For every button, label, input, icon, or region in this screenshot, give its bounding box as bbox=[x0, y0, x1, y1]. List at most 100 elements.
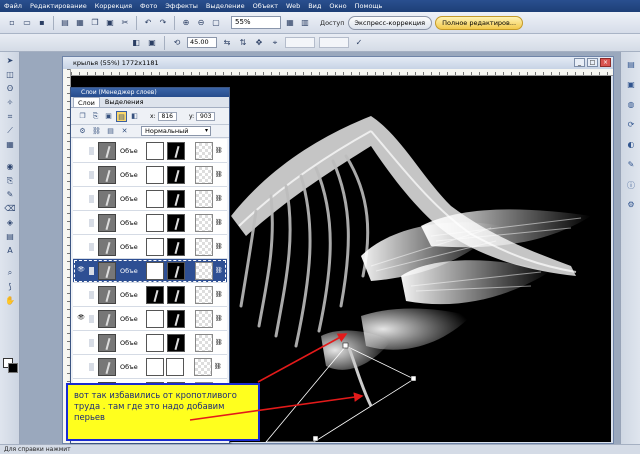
link-icon[interactable]: ⛓ bbox=[215, 291, 223, 298]
link-icon[interactable]: ⛓ bbox=[215, 171, 223, 178]
zoom-out-icon[interactable]: ⊖ bbox=[195, 17, 207, 29]
visibility-toggle[interactable] bbox=[76, 242, 86, 252]
layer-row[interactable]: 👁 Объе ⛓ bbox=[73, 307, 227, 331]
crop-icon[interactable]: ⌗ bbox=[3, 112, 17, 123]
flip-h-icon[interactable]: ⇆ bbox=[221, 37, 233, 49]
menu-web[interactable]: Web bbox=[286, 2, 300, 10]
filter-docker-icon[interactable]: ⚙ bbox=[625, 200, 637, 212]
zoom-icon[interactable]: ⌕ bbox=[3, 268, 17, 279]
link-icon[interactable]: ⛓ bbox=[215, 315, 223, 322]
new-file-icon[interactable]: ▫ bbox=[6, 17, 18, 29]
lock-toggle[interactable] bbox=[89, 362, 94, 371]
fit-icon[interactable]: ▢ bbox=[210, 17, 222, 29]
lock-toggle[interactable] bbox=[89, 290, 94, 299]
save-icon[interactable]: ▪ bbox=[36, 17, 48, 29]
layer-row[interactable]: Объе ⛓ bbox=[73, 163, 227, 187]
menu-file[interactable]: Файл bbox=[4, 2, 22, 10]
lock-toggle[interactable] bbox=[89, 242, 94, 251]
layer-name[interactable]: Объе bbox=[120, 171, 144, 179]
layer-name[interactable]: Объе bbox=[120, 219, 144, 227]
paste-icon[interactable]: ▣ bbox=[104, 17, 116, 29]
layer-row[interactable]: Объе ⛓ bbox=[73, 355, 227, 379]
layer-name[interactable]: Объе bbox=[120, 339, 144, 347]
menu-object[interactable]: Объект bbox=[253, 2, 278, 10]
delete-link-icon[interactable]: ⛓ bbox=[91, 126, 102, 137]
menu-adjust[interactable]: Коррекция bbox=[95, 2, 132, 10]
text-icon[interactable]: A bbox=[3, 246, 17, 257]
visibility-toggle[interactable] bbox=[76, 362, 86, 372]
tab-layers[interactable]: Слои bbox=[73, 97, 100, 107]
access-button[interactable]: Доступ bbox=[320, 19, 345, 27]
wand-icon[interactable]: ✧ bbox=[3, 98, 17, 109]
eyedropper-icon[interactable]: ⟆ bbox=[3, 282, 17, 293]
lock-toggle[interactable] bbox=[89, 266, 94, 275]
fill-icon[interactable]: ◈ bbox=[3, 218, 17, 229]
print-icon[interactable]: ▦ bbox=[74, 17, 86, 29]
combine-icon[interactable]: ▣ bbox=[103, 111, 114, 122]
layers-docker-icon[interactable]: ▤ bbox=[625, 60, 637, 72]
link-icon[interactable]: ⛓ bbox=[215, 147, 223, 154]
transform-icon[interactable]: ⌖ bbox=[269, 37, 281, 49]
visibility-toggle[interactable] bbox=[76, 146, 86, 156]
menu-effects[interactable]: Эффекты bbox=[165, 2, 198, 10]
link-icon[interactable]: ⛓ bbox=[215, 243, 223, 250]
lock-toggle[interactable] bbox=[89, 146, 94, 155]
position-icon[interactable]: ✥ bbox=[253, 37, 265, 49]
menu-edit[interactable]: Редактирование bbox=[30, 2, 87, 10]
link-icon[interactable]: ⛓ bbox=[215, 219, 223, 226]
visibility-toggle[interactable] bbox=[76, 170, 86, 180]
layer-name[interactable]: Объе bbox=[120, 195, 144, 203]
mask-tool-icon[interactable]: ◫ bbox=[3, 70, 17, 81]
red-eye-icon[interactable]: ◉ bbox=[3, 162, 17, 173]
eraser-icon[interactable]: ⌫ bbox=[3, 204, 17, 215]
layer-prop-icon[interactable]: ⚙ bbox=[77, 126, 88, 137]
layer-row[interactable]: Объе ⛓ bbox=[73, 187, 227, 211]
new-layer-icon[interactable]: ❐ bbox=[77, 111, 88, 122]
delete-layer-icon[interactable]: ✕ bbox=[119, 126, 130, 137]
link-icon[interactable]: ⛓ bbox=[214, 363, 222, 370]
close-icon[interactable]: × bbox=[600, 58, 611, 67]
apply-icon[interactable]: ✓ bbox=[353, 37, 365, 49]
info-docker-icon[interactable]: ⓘ bbox=[625, 180, 637, 192]
layer-row[interactable]: Объе ⛓ bbox=[73, 139, 227, 163]
pan-icon[interactable]: ✋ bbox=[3, 296, 17, 307]
open-icon[interactable]: ▭ bbox=[21, 17, 33, 29]
rulers-icon[interactable]: ▥ bbox=[299, 17, 311, 29]
shape-icon[interactable]: ◧ bbox=[130, 37, 142, 49]
duplicate-layer-icon[interactable]: ⎘ bbox=[90, 111, 101, 122]
layer-name[interactable]: Объе bbox=[120, 147, 144, 155]
link-icon[interactable]: ⛓ bbox=[215, 267, 223, 274]
mask-icon[interactable]: ◧ bbox=[129, 111, 140, 122]
layer-name[interactable]: Объе bbox=[120, 363, 144, 371]
flip-v-icon[interactable]: ⇅ bbox=[237, 37, 249, 49]
brush-docker-icon[interactable]: ✎ bbox=[625, 160, 637, 172]
gradient-icon[interactable]: ▤ bbox=[3, 232, 17, 243]
zoom-select[interactable]: 55% bbox=[231, 16, 281, 29]
property-field[interactable] bbox=[319, 37, 349, 48]
straighten-icon[interactable]: ⟋ bbox=[3, 126, 17, 137]
maximize-icon[interactable]: □ bbox=[587, 58, 598, 67]
rotate-icon[interactable]: ⟲ bbox=[171, 37, 183, 49]
layer-name[interactable]: Объе bbox=[120, 315, 144, 323]
minimize-icon[interactable]: _ bbox=[574, 58, 585, 67]
eye-icon[interactable]: 👁 bbox=[76, 266, 86, 276]
cut-icon[interactable]: ✂ bbox=[119, 17, 131, 29]
history-docker-icon[interactable]: ⟳ bbox=[625, 120, 637, 132]
color-docker-icon[interactable]: ◐ bbox=[625, 140, 637, 152]
lock-toggle[interactable] bbox=[89, 314, 94, 323]
menu-selection[interactable]: Выделение bbox=[206, 2, 245, 10]
property-field[interactable] bbox=[285, 37, 315, 48]
grid-icon[interactable]: ▦ bbox=[284, 17, 296, 29]
lasso-icon[interactable]: ʘ bbox=[3, 84, 17, 95]
visibility-toggle[interactable] bbox=[76, 290, 86, 300]
pick-tool-icon[interactable]: ➤ bbox=[3, 56, 17, 67]
lock-toggle[interactable] bbox=[89, 194, 94, 203]
visibility-toggle[interactable] bbox=[76, 338, 86, 348]
background-color[interactable] bbox=[8, 363, 18, 373]
menu-window[interactable]: Окно bbox=[329, 2, 346, 10]
link-icon[interactable]: ⛓ bbox=[215, 195, 223, 202]
layer-name[interactable]: Объе bbox=[120, 243, 144, 251]
objects-docker-icon[interactable]: ▣ bbox=[625, 80, 637, 92]
layer-name[interactable]: Объе bbox=[120, 267, 144, 275]
x-value[interactable]: 816 bbox=[157, 111, 177, 121]
